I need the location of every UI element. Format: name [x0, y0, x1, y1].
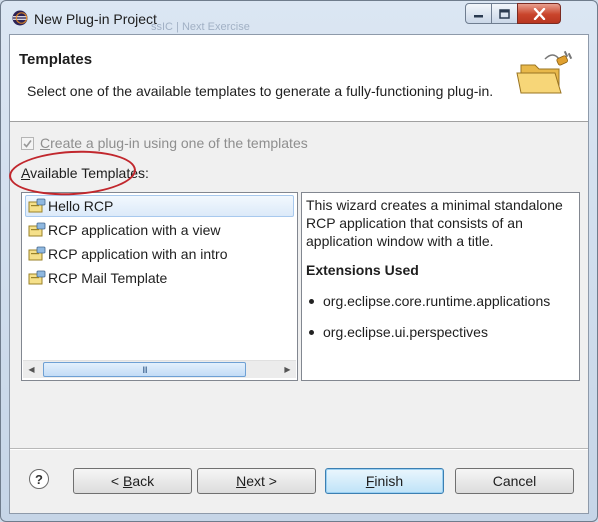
plugin-template-icon	[28, 246, 46, 261]
checkmark-icon	[23, 139, 32, 148]
title-bar[interactable]: New Plug-in Project ssIC | Next Exercise	[1, 1, 597, 35]
list-item-label: Hello RCP	[48, 198, 114, 214]
list-item-label: RCP application with an intro	[48, 246, 228, 262]
list-item-rcp-view[interactable]: RCP application with a view	[25, 219, 221, 241]
use-template-checkbox-row: Create a plug-in using one of the templa…	[21, 135, 308, 151]
list-item-rcp-intro[interactable]: RCP application with an intro	[25, 243, 228, 265]
close-button[interactable]	[517, 3, 561, 24]
available-templates-label: Available Templates:	[21, 165, 149, 181]
list-item-label: RCP Mail Template	[48, 270, 168, 286]
page-title: Templates	[19, 51, 93, 68]
window: New Plug-in Project ssIC | Next Exercise…	[0, 0, 598, 522]
arrow-right-icon: ▶	[284, 365, 291, 374]
extension-item: org.eclipse.ui.perspectives	[306, 323, 575, 341]
window-title: New Plug-in Project	[34, 11, 157, 27]
button-bar-separator	[10, 448, 588, 450]
list-item-hello-rcp[interactable]: Hello RCP	[25, 195, 294, 217]
folder-plug-icon	[516, 50, 573, 94]
cancel-button[interactable]: Cancel	[455, 468, 574, 494]
minimize-icon	[474, 14, 483, 17]
extensions-heading: Extensions Used	[306, 262, 419, 278]
plugin-template-icon	[28, 270, 46, 285]
template-description-pane: This wizard creates a minimal standalone…	[301, 192, 580, 381]
back-button[interactable]: < Back	[73, 468, 192, 494]
extension-item: org.eclipse.core.runtime.applications	[306, 292, 575, 310]
bullet-icon	[309, 298, 314, 304]
use-template-checkbox[interactable]	[21, 136, 34, 150]
plugin-template-icon	[28, 222, 46, 237]
close-icon	[533, 7, 545, 20]
maximize-button[interactable]	[491, 3, 518, 24]
eclipse-icon	[12, 10, 28, 26]
list-item-label: RCP application with a view	[48, 222, 221, 238]
maximize-icon	[499, 8, 510, 19]
page-description: Select one of the available templates to…	[27, 83, 494, 99]
template-description: This wizard creates a minimal standalone…	[306, 197, 563, 249]
arrow-left-icon: ◀	[28, 365, 35, 374]
scroll-left-button[interactable]: ◀	[23, 361, 40, 378]
template-list[interactable]: Hello RCP RCP application with a view RC…	[21, 192, 298, 381]
background-ghost-text: ssIC | Next Exercise	[151, 21, 250, 33]
list-item-rcp-mail[interactable]: RCP Mail Template	[25, 267, 167, 289]
next-button[interactable]: Next >	[197, 468, 316, 494]
minimize-button[interactable]	[465, 3, 492, 24]
help-icon: ?	[35, 471, 43, 487]
scroll-right-button[interactable]: ▶	[279, 361, 296, 378]
use-template-label: Create a plug-in using one of the templa…	[40, 135, 308, 151]
help-button[interactable]: ?	[29, 469, 49, 489]
finish-button[interactable]: Finish	[325, 468, 444, 494]
wizard-header: Templates Select one of the available te…	[10, 35, 588, 122]
plugin-template-icon	[28, 198, 46, 213]
scroll-thumb[interactable]: III	[43, 362, 246, 377]
scroll-grip: III	[142, 364, 147, 375]
horizontal-scrollbar[interactable]: ◀ III ▶	[23, 360, 296, 378]
bullet-icon	[309, 329, 314, 335]
wizard-content: Templates Select one of the available te…	[9, 34, 589, 514]
